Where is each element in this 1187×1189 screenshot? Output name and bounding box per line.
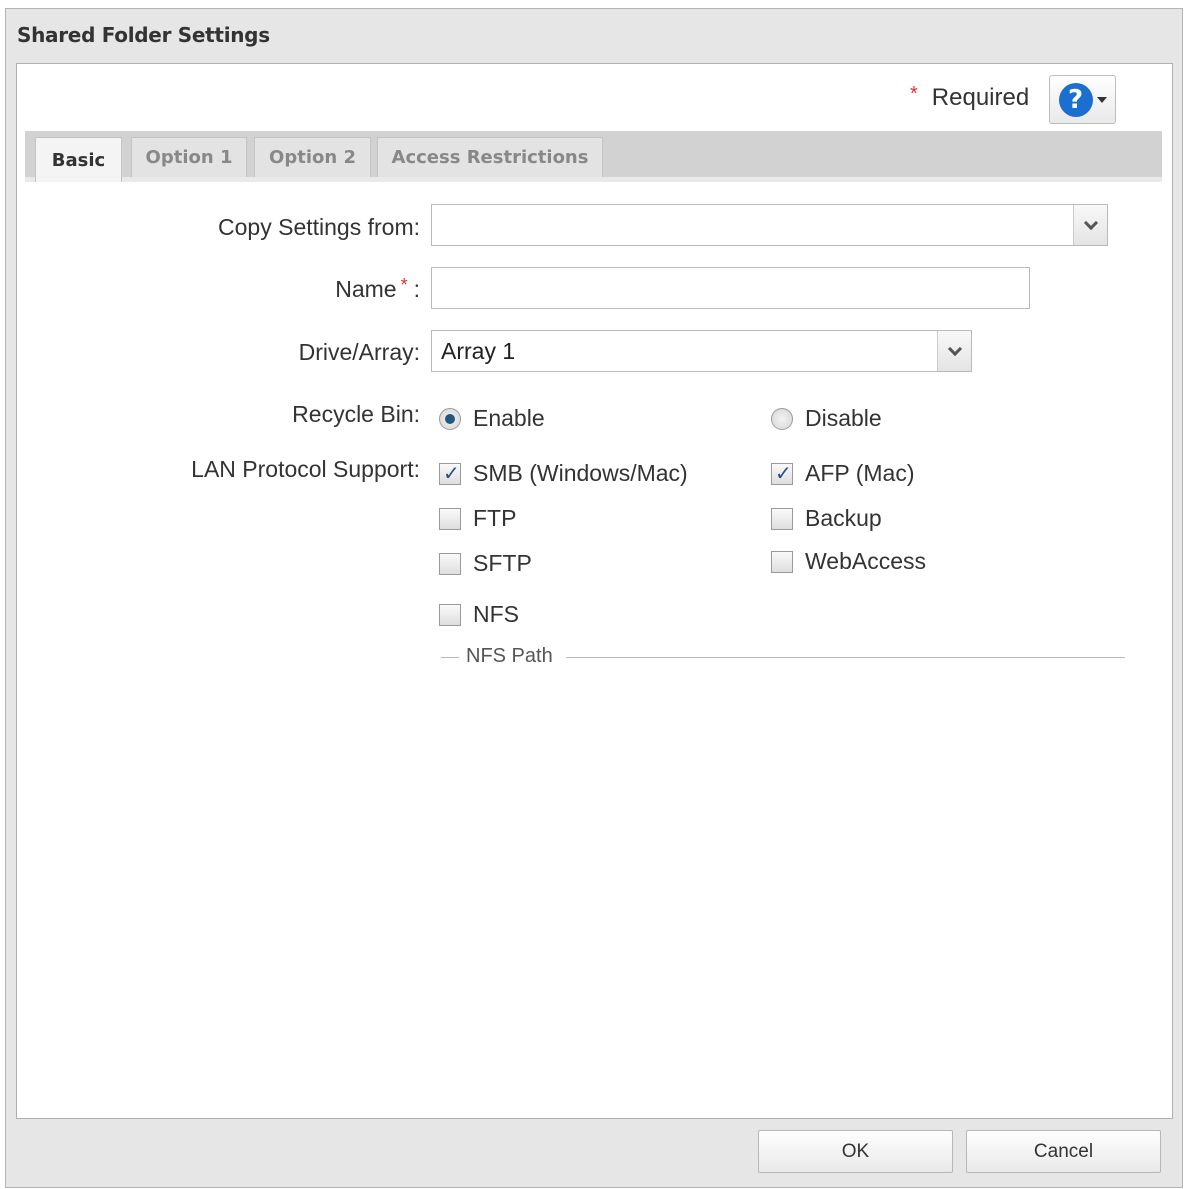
sftp-checkbox[interactable] <box>439 552 461 575</box>
afp-checkbox[interactable] <box>771 461 793 485</box>
tab-access-restrictions[interactable]: Access Restrictions <box>377 137 603 177</box>
lan-protocol-label: LAN Protocol Support: <box>191 456 420 482</box>
dialog-content: * Required ? Basic Option 1 Option 2 Acc… <box>16 63 1173 1119</box>
question-mark-icon: ? <box>1058 82 1093 117</box>
tab-option-1[interactable]: Option 1 <box>131 137 247 177</box>
caret-down-icon <box>1096 96 1107 103</box>
dialog-title: Shared Folder Settings <box>17 23 270 47</box>
backup-checkbox[interactable] <box>771 507 793 530</box>
smb-label: SMB (Windows/Mac) <box>473 460 688 486</box>
tab-option-2[interactable]: Option 2 <box>254 137 371 177</box>
chevron-down-icon <box>947 341 962 356</box>
drive-array-select[interactable]: Array 1 <box>431 330 972 372</box>
recycle-disable-option[interactable]: Disable <box>771 405 882 432</box>
required-label: Required <box>931 84 1030 111</box>
nfs-path-divider-left <box>441 657 459 658</box>
copy-settings-label: Copy Settings from: <box>218 214 420 240</box>
webaccess-checkbox[interactable] <box>771 550 793 573</box>
ftp-option[interactable]: FTP <box>439 505 516 532</box>
help-button[interactable]: ? <box>1049 75 1116 124</box>
recycle-bin-label: Recycle Bin: <box>292 401 420 427</box>
drive-array-dropdown-button[interactable] <box>937 331 971 371</box>
smb-option[interactable]: SMB (Windows/Mac) <box>439 460 688 487</box>
copy-settings-dropdown-button[interactable] <box>1073 205 1107 245</box>
drive-array-value: Array 1 <box>441 337 516 364</box>
sftp-option[interactable]: SFTP <box>439 550 532 577</box>
cancel-button[interactable]: Cancel <box>966 1130 1161 1173</box>
nfs-option[interactable]: NFS <box>439 601 519 628</box>
nfs-checkbox[interactable] <box>439 603 461 626</box>
tab-bar: Basic Option 1 Option 2 Access Restricti… <box>25 131 1162 182</box>
afp-option[interactable]: AFP (Mac) <box>771 460 914 487</box>
required-star-icon: * <box>910 82 918 105</box>
name-label-group: Name *: <box>335 275 420 303</box>
name-label: Name <box>335 276 397 302</box>
ok-button[interactable]: OK <box>758 1130 953 1173</box>
sftp-label: SFTP <box>473 550 532 576</box>
shared-folder-settings-dialog: Shared Folder Settings * Required ? Basi… <box>5 8 1183 1188</box>
backup-option[interactable]: Backup <box>771 505 882 532</box>
nfs-path-divider-right <box>566 657 1125 658</box>
backup-label: Backup <box>805 505 882 531</box>
recycle-disable-label: Disable <box>805 405 882 431</box>
required-legend: * Required <box>910 82 1030 112</box>
nfs-label: NFS <box>473 601 519 627</box>
recycle-enable-radio[interactable] <box>439 407 461 430</box>
chevron-down-icon <box>1083 215 1098 230</box>
ftp-checkbox[interactable] <box>439 507 461 530</box>
smb-checkbox[interactable] <box>439 461 461 485</box>
nfs-path-legend: NFS Path <box>466 645 553 667</box>
webaccess-option[interactable]: WebAccess <box>771 548 926 575</box>
recycle-enable-label: Enable <box>473 405 545 431</box>
name-input[interactable] <box>431 267 1030 309</box>
name-colon: : <box>413 276 420 302</box>
afp-label: AFP (Mac) <box>805 460 915 486</box>
ftp-label: FTP <box>473 505 517 531</box>
recycle-enable-option[interactable]: Enable <box>439 405 545 432</box>
webaccess-label: WebAccess <box>805 548 927 574</box>
recycle-disable-radio[interactable] <box>771 407 793 430</box>
copy-settings-select[interactable] <box>431 204 1108 246</box>
tab-basic[interactable]: Basic <box>35 137 122 182</box>
name-required-star: * <box>400 275 408 295</box>
drive-array-label: Drive/Array: <box>298 339 420 365</box>
